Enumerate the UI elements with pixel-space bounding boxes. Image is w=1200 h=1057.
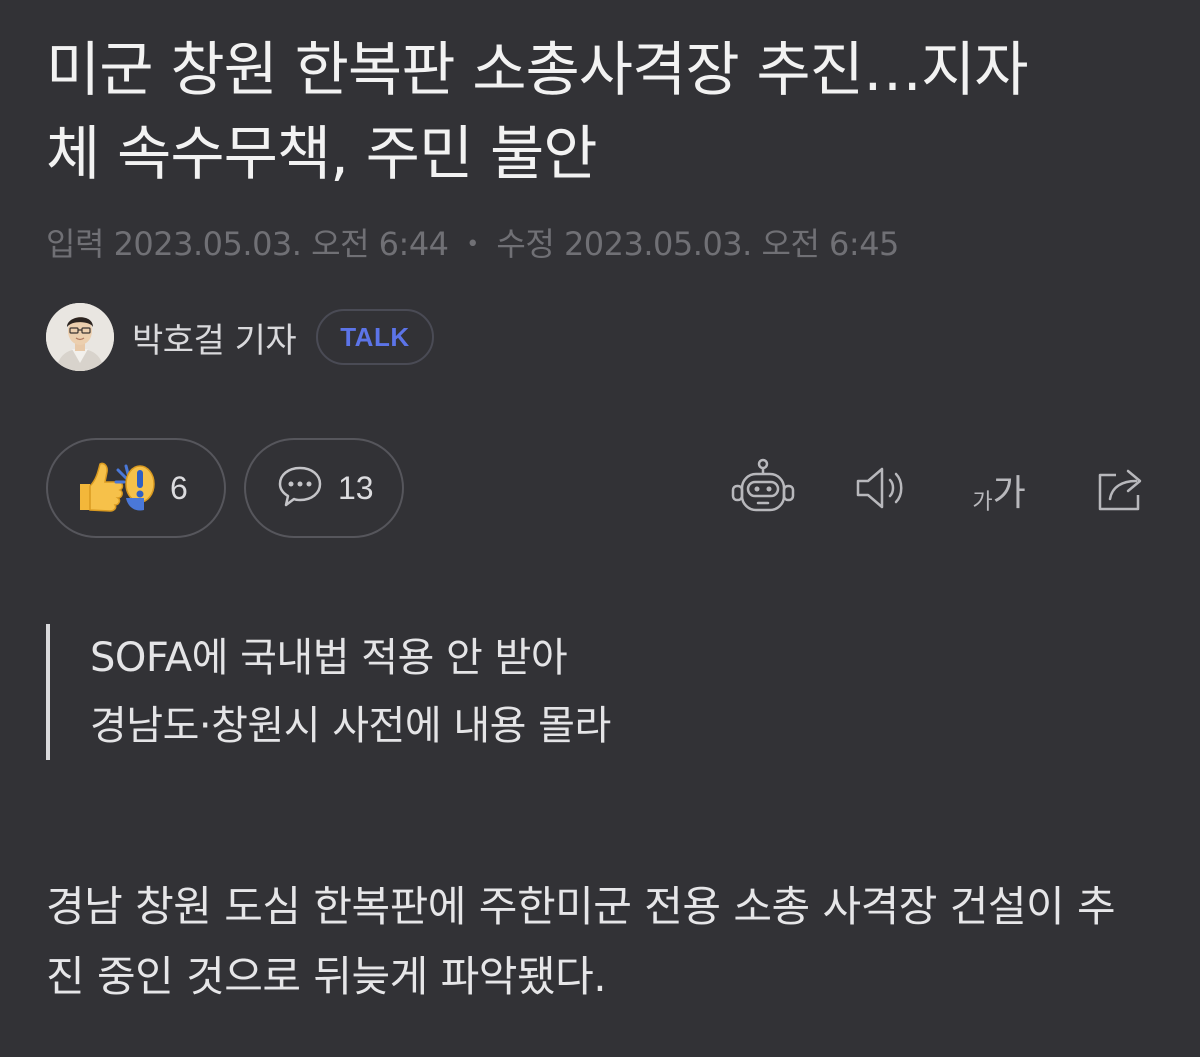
reaction-count: 6 [170, 469, 188, 506]
font-size-small-glyph: 가 [972, 490, 993, 515]
input-date-label: 입력 [46, 225, 104, 263]
talk-button[interactable]: TALK [316, 309, 434, 365]
modified-date-label: 수정 [496, 225, 555, 263]
reporter-avatar[interactable] [46, 303, 114, 371]
thumbs-up-surprise-icon [74, 458, 156, 518]
reaction-button[interactable]: 6 [46, 438, 226, 538]
font-size-big-glyph: 가 [992, 473, 1026, 514]
article-actions: 6 13 가가 [46, 438, 1156, 542]
comment-button[interactable]: 13 [244, 438, 404, 538]
subheading-line: SOFA에 국내법 적용 안 받아 [90, 635, 568, 681]
byline: 박호걸 기자 TALK [46, 302, 434, 372]
font-size-button[interactable]: 가가 [964, 460, 1034, 520]
summary-bot-button[interactable] [730, 458, 796, 522]
date-separator: • [466, 232, 479, 257]
text-to-speech-button[interactable] [852, 460, 912, 520]
reporter-name[interactable]: 박호걸 기자 [132, 313, 297, 362]
article-dates: 입력 2023.05.03. 오전 6:44 • 수정 2023.05.03. … [46, 222, 899, 267]
speech-bubble-icon [276, 462, 324, 514]
subheading-line: 경남도·창원시 사전에 내용 몰라 [90, 703, 611, 749]
robot-icon [730, 458, 796, 522]
article-body: 경남 창원 도심 한복판에 주한미군 전용 소총 사격장 건설이 추진 중인 것… [46, 882, 1116, 1001]
comment-count: 13 [338, 469, 374, 506]
font-size-icon: 가가 [972, 464, 1025, 516]
speaker-icon [854, 463, 910, 517]
share-button[interactable] [1092, 460, 1152, 520]
modified-date-value: 2023.05.03. 오전 6:45 [563, 225, 899, 263]
article-subheadings: SOFA에 국내법 적용 안 받아 경남도·창원시 사전에 내용 몰라 [46, 624, 611, 760]
share-icon [1094, 463, 1150, 517]
input-date-value: 2023.05.03. 오전 6:44 [113, 225, 449, 263]
article-headline: 미군 창원 한복판 소총사격장 추진…지자체 속수무책, 주민 불안 [46, 35, 1029, 188]
